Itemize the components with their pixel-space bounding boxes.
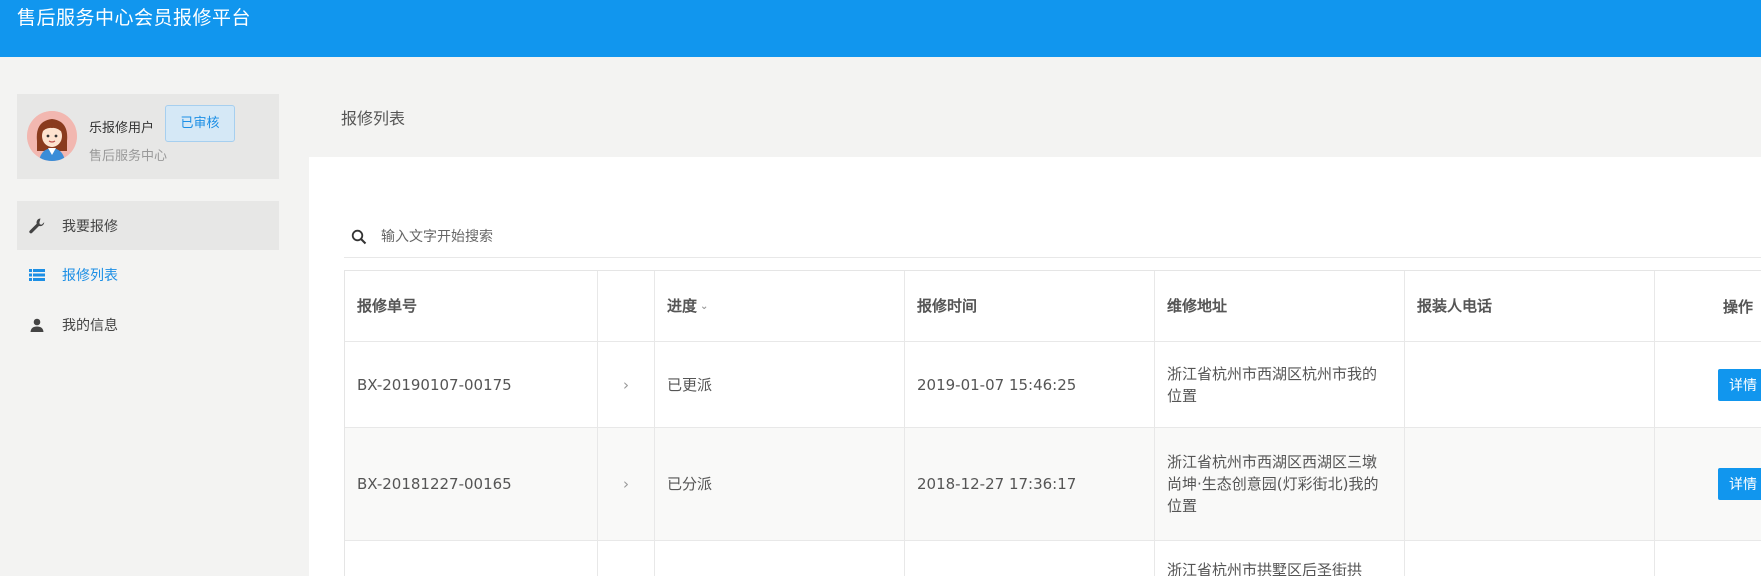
cell-id: BX-20181227-00165 [345, 428, 598, 540]
search-bar [344, 217, 1761, 258]
app-title: 售后服务中心会员报修平台 [17, 7, 252, 29]
page-header: 报修列表 [309, 57, 1761, 157]
cell-action: 详情 [1655, 428, 1761, 540]
page-title: 报修列表 [341, 109, 406, 128]
cell-phone [1405, 342, 1655, 427]
expand-chevron-icon[interactable]: › [598, 342, 655, 427]
cell-id: BX-20190107-00175 [345, 342, 598, 427]
column-header-expand [598, 271, 655, 341]
cell-address: 浙江省杭州市拱墅区后圣街拱 [1155, 541, 1405, 576]
expand-chevron-icon[interactable] [598, 541, 655, 576]
search-input[interactable] [381, 222, 981, 252]
detail-button[interactable]: 详情 [1718, 368, 1761, 401]
detail-button[interactable]: 详情 [1718, 468, 1761, 500]
cell-time: 2018-12-27 17:36:17 [905, 428, 1155, 540]
repair-table: 报修单号 进度 ⌄ 报修时间 维修地址 报装人电话 操作 BX-20190107-… [344, 270, 1761, 576]
column-header-phone[interactable]: 报装人电话 [1405, 271, 1655, 341]
column-header-time[interactable]: 报修时间 [905, 271, 1155, 341]
cell-progress [655, 541, 905, 576]
table-row[interactable]: BX-20181227-00165 › 已分派 2018-12-27 17:36… [345, 428, 1761, 541]
user-name: 乐报修用户 [89, 121, 155, 136]
avatar-illustration-icon [27, 111, 77, 161]
sidebar-item-label: 报修列表 [62, 267, 118, 284]
top-header-bar: 售后服务中心会员报修平台 [0, 0, 1761, 57]
cell-action: 详情 [1655, 342, 1761, 427]
column-header-action: 操作 [1722, 297, 1753, 316]
person-icon [27, 315, 47, 335]
table-row[interactable]: 浙江省杭州市拱墅区后圣街拱 [345, 541, 1761, 576]
table-row[interactable]: BX-20190107-00175 › 已更派 2019-01-07 15:46… [345, 342, 1761, 428]
status-badge: 已审核 [165, 105, 235, 142]
user-org: 售后服务中心 [89, 149, 168, 164]
cell-progress: 已更派 [655, 342, 905, 427]
search-icon [351, 229, 367, 245]
cell-time: 2019-01-07 15:46:25 [905, 342, 1155, 427]
column-header-id[interactable]: 报修单号 [345, 271, 598, 341]
column-header-progress[interactable]: 进度 ⌄ [655, 271, 905, 341]
sidebar-item-my-info[interactable]: 我的信息 [17, 300, 279, 349]
cell-progress: 已分派 [655, 428, 905, 540]
sidebar-item-label: 我要报修 [62, 218, 118, 235]
sidebar: 乐报修用户 已审核 售后服务中心 我要报修 报修列表 我的信息 [0, 57, 309, 576]
cell-address: 浙江省杭州市西湖区杭州市我的位置 [1155, 342, 1405, 427]
wrench-icon [27, 216, 47, 236]
sidebar-item-report-repair[interactable]: 我要报修 [17, 201, 279, 250]
user-card: 乐报修用户 已审核 售后服务中心 [17, 94, 279, 179]
sidebar-item-repair-list[interactable]: 报修列表 [17, 250, 279, 299]
cell-phone [1405, 428, 1655, 540]
expand-chevron-icon[interactable]: › [598, 428, 655, 540]
avatar [27, 111, 77, 161]
cell-phone [1405, 541, 1655, 576]
sidebar-item-label: 我的信息 [62, 317, 118, 334]
sort-chevron-icon[interactable]: ⌄ [700, 301, 708, 312]
cell-id [345, 541, 598, 576]
column-header-address[interactable]: 维修地址 [1155, 271, 1405, 341]
cell-address: 浙江省杭州市西湖区西湖区三墩尚坤·生态创意园(灯彩街北)我的位置 [1155, 428, 1405, 540]
list-icon [27, 265, 47, 285]
table-header-row: 报修单号 进度 ⌄ 报修时间 维修地址 报装人电话 操作 [345, 271, 1761, 342]
cell-action [1655, 541, 1761, 576]
main-content: 报修单号 进度⌄ 报修时间 维修地址 报装人电话 操作 BX-20190107-… [309, 157, 1761, 576]
cell-time [905, 541, 1155, 576]
